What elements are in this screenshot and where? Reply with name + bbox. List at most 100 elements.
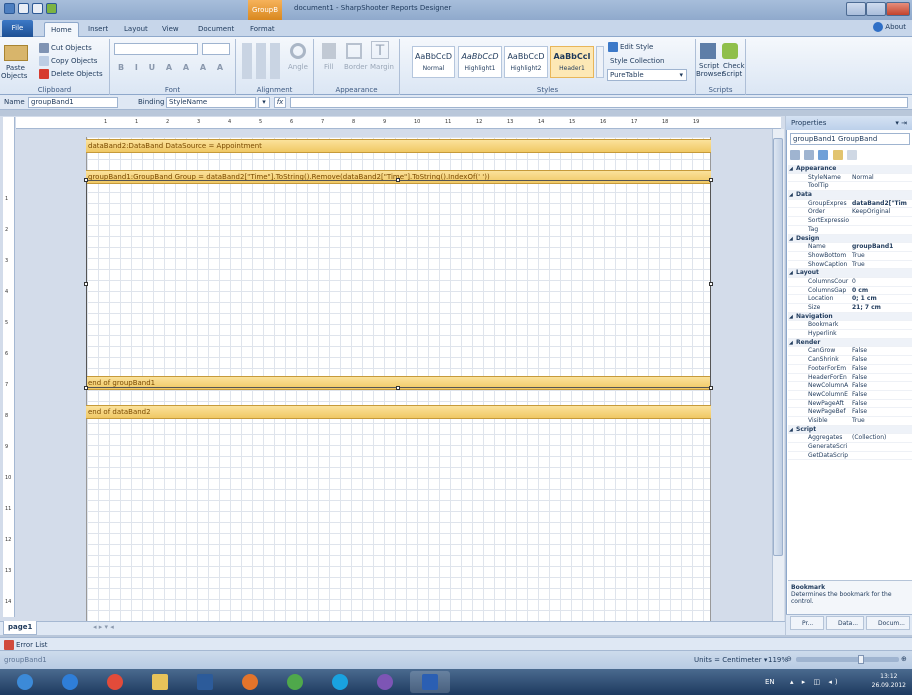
property-row[interactable]: Location 0; 1 cm: [788, 295, 912, 304]
tab-view[interactable]: View: [156, 22, 185, 37]
style-collection-button[interactable]: Style Collection: [610, 57, 664, 65]
property-row[interactable]: StyleName Normal: [788, 174, 912, 183]
property-row[interactable]: FooterForEm False: [788, 365, 912, 374]
property-row[interactable]: Order KeepOriginal: [788, 208, 912, 218]
resize-handle[interactable]: [84, 178, 88, 182]
property-category[interactable]: Render ◢: [788, 338, 912, 348]
minimize-button[interactable]: [846, 2, 866, 16]
collapse-arrow-icon[interactable]: ◢: [789, 269, 793, 277]
zoom-slider[interactable]: [796, 657, 899, 662]
taskbar-firefox[interactable]: [230, 671, 270, 693]
property-row[interactable]: CanGrow False: [788, 347, 912, 357]
tab-file[interactable]: File: [2, 20, 33, 37]
property-row[interactable]: Aggregates (Collection): [788, 434, 912, 443]
check-script-icon[interactable]: [722, 43, 738, 59]
property-pages-icon[interactable]: [846, 150, 857, 160]
script-browser-icon[interactable]: [700, 43, 716, 59]
units-selector[interactable]: Units = Centimeter ▾: [694, 656, 767, 664]
databand-header[interactable]: dataBand2:DataBand DataSource = Appointm…: [86, 139, 711, 153]
collapse-arrow-icon[interactable]: ◢: [789, 191, 793, 199]
start-button[interactable]: [5, 671, 45, 693]
property-value[interactable]: True: [852, 261, 912, 269]
property-row[interactable]: ShowCaption True: [788, 261, 912, 270]
script-browser-label-2[interactable]: Browser: [696, 70, 724, 78]
tab-properties[interactable]: Pr...: [790, 616, 824, 630]
property-value[interactable]: (Collection): [852, 434, 912, 442]
taskbar-visual-studio[interactable]: [365, 671, 405, 693]
expression-field[interactable]: [290, 97, 908, 108]
angle-label[interactable]: Angle: [288, 63, 308, 71]
taskbar-ie[interactable]: [50, 671, 90, 693]
property-value[interactable]: False: [852, 391, 912, 399]
zoom-in-icon[interactable]: ⊕: [901, 655, 907, 663]
binding-field[interactable]: StyleName: [166, 97, 256, 108]
tab-layout[interactable]: Layout: [118, 22, 154, 37]
paste-label[interactable]: Paste: [6, 64, 25, 72]
collapse-arrow-icon[interactable]: ◢: [789, 235, 793, 243]
maximize-button[interactable]: [866, 2, 886, 16]
property-row[interactable]: ToolTip: [788, 182, 912, 192]
property-row[interactable]: ShowBottom True: [788, 252, 912, 261]
property-value[interactable]: False: [852, 374, 912, 382]
language-indicator[interactable]: EN: [765, 678, 775, 686]
property-row[interactable]: Bookmark: [788, 321, 912, 331]
taskbar-explorer[interactable]: [140, 671, 180, 693]
property-row[interactable]: CanShrink False: [788, 356, 912, 365]
property-row[interactable]: Size 21; 7 cm: [788, 304, 912, 313]
categorized-icon[interactable]: [790, 150, 800, 160]
resize-handle[interactable]: [396, 386, 400, 390]
paste-label-2[interactable]: Objects: [1, 72, 27, 80]
property-category[interactable]: Design ◢: [788, 234, 912, 244]
preview-icon[interactable]: [46, 3, 57, 14]
property-row[interactable]: HeaderForEn False: [788, 374, 912, 383]
page-nav-arrows[interactable]: ◂ ▸ ▾ ◂: [93, 623, 114, 631]
property-value[interactable]: 0 cm: [852, 287, 912, 295]
collapse-arrow-icon[interactable]: ◢: [789, 165, 793, 173]
save-icon[interactable]: [18, 3, 29, 14]
margin-label[interactable]: Margin: [370, 63, 394, 71]
taskbar-app[interactable]: [275, 671, 315, 693]
clock[interactable]: 13:12 26.09.2012: [872, 672, 906, 690]
property-value[interactable]: True: [852, 252, 912, 260]
alignment-buttons[interactable]: [242, 43, 282, 79]
style-highlight2[interactable]: AaBbCcD Highlight2: [504, 46, 548, 78]
scrollbar-thumb[interactable]: [773, 138, 783, 556]
property-value[interactable]: 0: [852, 278, 912, 286]
fill-label[interactable]: Fill: [324, 63, 333, 71]
tab-document[interactable]: Document: [192, 22, 240, 37]
font-format-buttons[interactable]: B I U A A A A: [118, 63, 227, 72]
app-icon[interactable]: [4, 3, 15, 14]
copy-objects-button[interactable]: Copy Objects: [39, 56, 97, 66]
object-selector[interactable]: groupBand1 GroupBand: [790, 133, 910, 145]
resize-handle[interactable]: [84, 282, 88, 286]
property-row[interactable]: NewPageAft False: [788, 400, 912, 409]
tab-insert[interactable]: Insert: [82, 22, 114, 37]
taskbar-chrome[interactable]: [95, 671, 135, 693]
resize-handle[interactable]: [709, 386, 713, 390]
property-value[interactable]: False: [852, 347, 912, 355]
border-icon[interactable]: [346, 43, 362, 59]
zoom-slider-thumb[interactable]: [858, 655, 864, 664]
error-list-tab[interactable]: Error List: [4, 640, 48, 650]
property-value[interactable]: False: [852, 356, 912, 364]
resize-handle[interactable]: [709, 282, 713, 286]
margin-icon[interactable]: T: [371, 41, 389, 59]
paste-icon[interactable]: [4, 45, 28, 61]
style-normal[interactable]: AaBbCcD Normal: [412, 46, 455, 78]
property-value[interactable]: Normal: [852, 174, 912, 182]
property-value[interactable]: KeepOriginal: [852, 208, 912, 216]
zoom-out-icon[interactable]: ⊖: [786, 655, 792, 663]
property-row[interactable]: GroupExpres dataBand2["Tim: [788, 200, 912, 209]
resize-handle[interactable]: [396, 178, 400, 182]
script-browser-label[interactable]: Script: [699, 62, 719, 70]
edit-style-button[interactable]: Edit Style: [608, 42, 653, 52]
databand-footer[interactable]: end of dataBand2: [86, 405, 711, 419]
font-size-combo[interactable]: [202, 43, 230, 55]
style-table-combo[interactable]: PureTable ▾: [607, 69, 687, 81]
cut-objects-button[interactable]: Cut Objects: [39, 43, 92, 53]
binding-dropdown[interactable]: ▾: [258, 97, 270, 108]
property-value[interactable]: 21; 7 cm: [852, 304, 912, 312]
property-value[interactable]: False: [852, 382, 912, 390]
resize-handle[interactable]: [84, 386, 88, 390]
resize-handle[interactable]: [709, 178, 713, 182]
